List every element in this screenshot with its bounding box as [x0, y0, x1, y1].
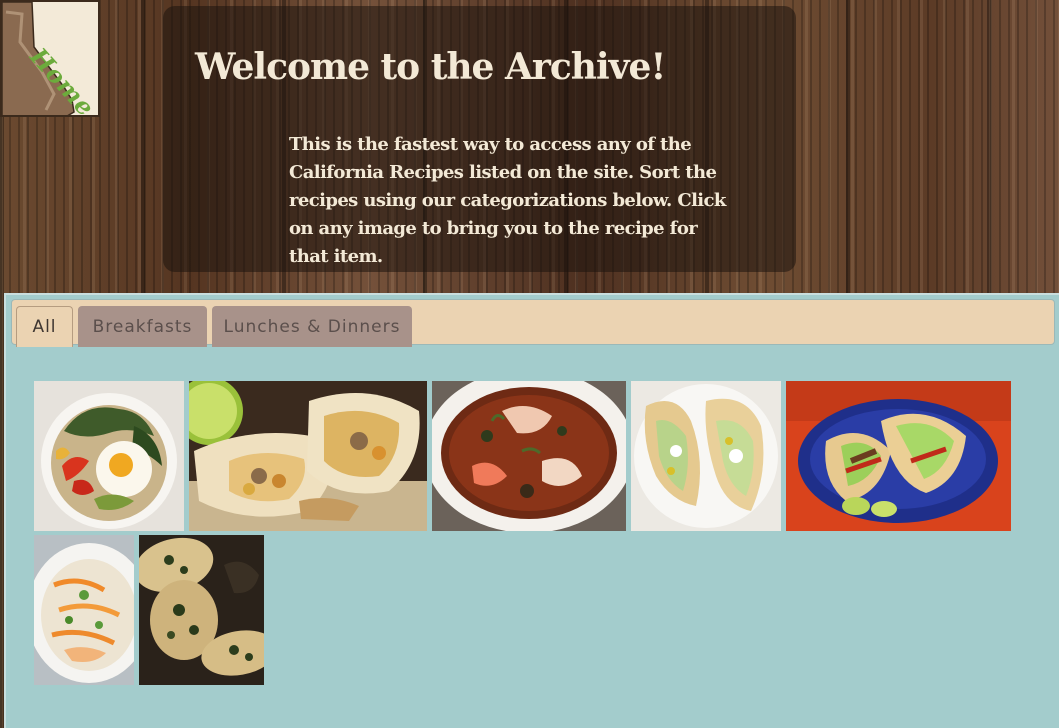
recipe-thumb-beef-tacos[interactable] — [786, 381, 1011, 531]
tab-lunches-dinners[interactable]: Lunches & Dinners — [212, 306, 412, 347]
tab-breakfasts[interactable]: Breakfasts — [78, 306, 207, 347]
recipe-archive: All Breakfasts Lunches & Dinners — [4, 293, 1059, 728]
recipe-thumb-herb-flatbread[interactable] — [139, 535, 264, 685]
category-tab-bar: All Breakfasts Lunches & Dinners — [11, 299, 1055, 347]
tab-all[interactable]: All — [16, 306, 73, 347]
home-badge-link[interactable]: Home — [0, 0, 100, 117]
recipe-thumb-breakfast-burrito[interactable] — [189, 381, 427, 531]
welcome-panel: Welcome to the Archive! This is the fast… — [163, 6, 796, 272]
page-title: Welcome to the Archive! — [195, 46, 666, 88]
recipe-thumb-fish-taco[interactable] — [631, 381, 781, 531]
recipe-thumb-seafood-soup[interactable] — [432, 381, 626, 531]
recipe-thumb-chicken-carrot-salad[interactable] — [34, 535, 134, 685]
recipe-thumb-egg-kale-bowl[interactable] — [34, 381, 184, 531]
welcome-description: This is the fastest way to access any of… — [289, 134, 726, 267]
